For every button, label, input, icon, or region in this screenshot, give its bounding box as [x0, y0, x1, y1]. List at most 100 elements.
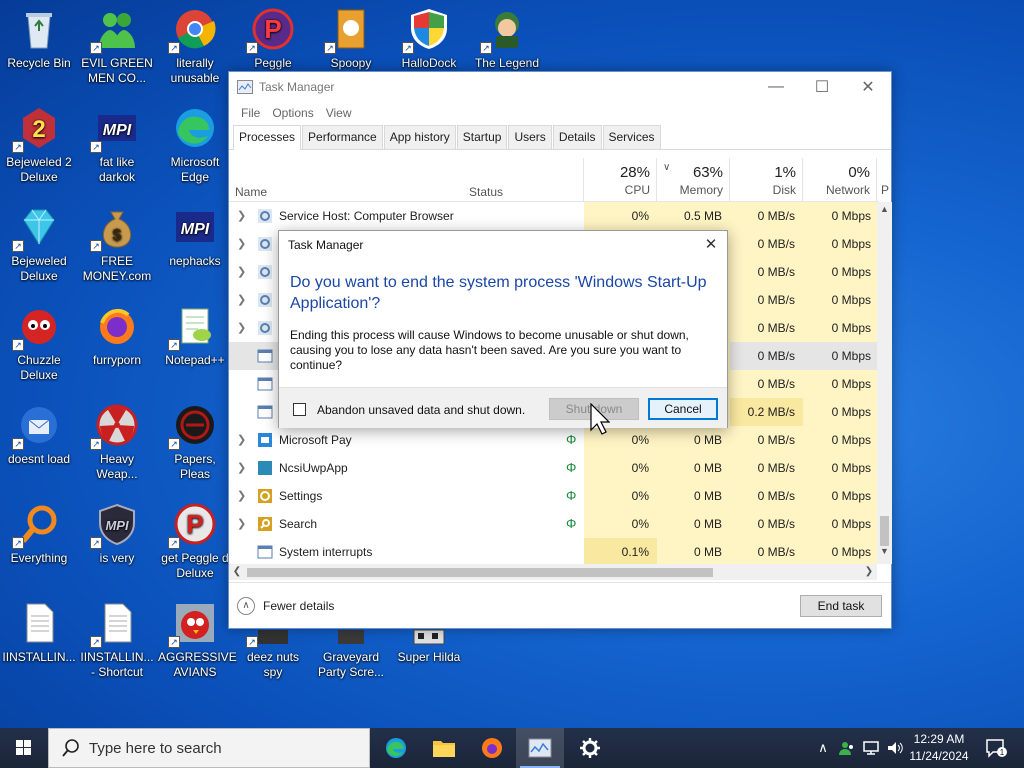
- scroll-up-icon[interactable]: ▲: [877, 204, 892, 220]
- clock[interactable]: 12:29 AM 11/24/2024: [902, 731, 976, 765]
- close-icon[interactable]: ✕: [701, 235, 721, 255]
- vertical-scrollbar[interactable]: ▲ ▼: [877, 202, 892, 564]
- folder-icon: [433, 741, 455, 757]
- desktop-icon-fat-like-darkok[interactable]: MPI ↗ fat like darkok: [78, 99, 156, 193]
- taskbar-edge[interactable]: [372, 728, 420, 768]
- chevron-right-icon[interactable]: ❯: [237, 517, 246, 530]
- taskbar-settings[interactable]: [566, 728, 614, 768]
- chevron-right-icon[interactable]: ❯: [237, 321, 246, 334]
- chevron-right-icon[interactable]: ❯: [237, 209, 246, 222]
- desktop-icon-aggressive-avians[interactable]: ↗ AGGRESSIVE AVIANS: [156, 594, 237, 688]
- scroll-thumb[interactable]: [880, 516, 889, 546]
- network-icon[interactable]: [862, 740, 880, 756]
- abandon-data-checkbox[interactable]: [293, 403, 306, 416]
- tab-users[interactable]: Users: [508, 125, 552, 149]
- column-network[interactable]: 0% Network: [802, 158, 876, 202]
- column-status[interactable]: Status: [469, 185, 503, 199]
- menu-file[interactable]: File: [235, 106, 266, 120]
- shortcut-arrow-icon: ↗: [12, 438, 24, 450]
- desktop-icon-chuzzle[interactable]: ↗ Chuzzle Deluxe: [0, 297, 78, 391]
- column-memory[interactable]: ∨ 63% Memory: [656, 158, 729, 202]
- chevron-right-icon[interactable]: ❯: [237, 293, 246, 306]
- column-cpu[interactable]: 28% CPU: [583, 158, 656, 202]
- tab-bar: Processes Performance App history Startu…: [229, 124, 891, 150]
- scroll-right-icon[interactable]: ❯: [861, 564, 877, 580]
- gear-service-icon: [258, 265, 272, 279]
- tab-details[interactable]: Details: [552, 125, 602, 149]
- taskbar-firefox[interactable]: [468, 728, 516, 768]
- table-row[interactable]: ❯ Service Host: Computer Browser 0% 0.5 …: [229, 202, 879, 230]
- desktop-icon-recycle-bin[interactable]: Recycle Bin: [0, 0, 78, 94]
- edge-icon: [172, 105, 218, 151]
- desktop-icon-microsoft-edge[interactable]: Microsoft Edge: [156, 99, 234, 193]
- desktop-icon-doesnt-load[interactable]: ↗ doesnt load: [0, 396, 78, 490]
- chevron-right-icon[interactable]: ❯: [237, 265, 246, 278]
- desktop-icon-get-peggle[interactable]: P ↗ get Peggle d Deluxe: [156, 495, 234, 589]
- desktop-icon-nephacks[interactable]: MPI nephacks: [156, 198, 234, 292]
- search-placeholder: Type here to search: [89, 739, 222, 757]
- desktop-icon-everything[interactable]: ↗ Everything: [0, 495, 78, 589]
- scroll-thumb[interactable]: [247, 568, 713, 577]
- column-power[interactable]: . P: [876, 158, 892, 202]
- end-task-button[interactable]: End task: [800, 594, 882, 617]
- money-bag-icon: $ ↗: [90, 204, 140, 252]
- desktop-icon-free-money[interactable]: $ ↗ FREE MONEY.com: [78, 198, 156, 292]
- window-app-icon: [257, 405, 273, 419]
- taskbar-task-manager[interactable]: [516, 728, 564, 768]
- fewer-details-button[interactable]: ∧ Fewer details: [237, 596, 334, 615]
- window-app-icon: [257, 377, 273, 391]
- angry-bird-icon: ↗: [168, 600, 218, 648]
- maximize-button[interactable]: ☐: [799, 72, 845, 102]
- desktop-icon-is-very[interactable]: MPI ↗ is very: [78, 495, 156, 589]
- close-button[interactable]: ✕: [845, 72, 891, 102]
- menu-options[interactable]: Options: [266, 106, 319, 120]
- people-icon[interactable]: [838, 739, 856, 757]
- desktop-icon-bejeweled[interactable]: ↗ Bejeweled Deluxe: [0, 198, 78, 292]
- chevron-up-icon[interactable]: ∧: [814, 740, 832, 756]
- desktop-icon-bejeweled-2[interactable]: 2 ↗ Bejeweled 2 Deluxe: [0, 99, 78, 193]
- tab-performance[interactable]: Performance: [302, 125, 383, 149]
- tab-processes[interactable]: Processes: [233, 125, 302, 150]
- tab-app-history[interactable]: App history: [383, 125, 456, 149]
- menu-view[interactable]: View: [320, 106, 358, 120]
- column-disk[interactable]: 1% Disk: [729, 158, 802, 202]
- peggle-nights-icon: P ↗: [246, 6, 296, 54]
- start-button[interactable]: [0, 728, 48, 768]
- cancel-button[interactable]: Cancel: [648, 398, 718, 420]
- desktop-icon-installing-shortcut[interactable]: ↗ IINSTALLIN... - Shortcut: [78, 594, 156, 688]
- scroll-left-icon[interactable]: ❮: [229, 564, 245, 580]
- shortcut-arrow-icon: ↗: [168, 438, 180, 450]
- action-center-button[interactable]: 1: [978, 728, 1014, 768]
- windows-shield-icon: ↗: [402, 6, 452, 54]
- checkbox-label[interactable]: Abandon unsaved data and shut down.: [317, 403, 525, 417]
- minimize-button[interactable]: —: [753, 72, 799, 102]
- desktop-icon-literally-unusable[interactable]: ↗ literally unusable: [156, 0, 234, 94]
- chevron-right-icon[interactable]: ❯: [237, 461, 246, 474]
- desktop-icon-evil-green-men[interactable]: ↗ EVIL GREEN MEN CO...: [78, 0, 156, 94]
- desktop-icon-notepad-plus-plus[interactable]: ↗ Notepad++: [156, 297, 234, 391]
- desktop-icon-heavy-weapon[interactable]: ↗ Heavy Weap...: [78, 396, 156, 490]
- table-row[interactable]: ❯ Settings Φ 0% 0 MB 0 MB/s 0 Mbps: [229, 482, 879, 510]
- desktop-icon-furryporn[interactable]: furryporn: [78, 297, 156, 391]
- title-bar[interactable]: Task Manager — ☐ ✕: [229, 72, 891, 102]
- sort-descending-icon: ∨: [663, 162, 671, 173]
- chevron-right-icon[interactable]: ❯: [237, 237, 246, 250]
- horizontal-scrollbar[interactable]: ❮ ❯: [229, 564, 877, 580]
- desktop-icon-papers-please[interactable]: ↗ Papers, Pleas: [156, 396, 234, 490]
- tab-services[interactable]: Services: [602, 125, 661, 149]
- scroll-down-icon[interactable]: ▼: [877, 546, 892, 562]
- taskbar-search-box[interactable]: Type here to search: [48, 728, 370, 768]
- search-icon: [62, 739, 79, 757]
- taskbar-file-explorer[interactable]: [420, 728, 468, 768]
- chevron-right-icon[interactable]: ❯: [237, 433, 246, 446]
- tab-startup[interactable]: Startup: [456, 125, 508, 149]
- table-row[interactable]: ❯ Microsoft Pay Φ 0% 0 MB 0 MB/s 0 Mbps: [229, 426, 879, 454]
- chevron-right-icon[interactable]: ❯: [237, 489, 246, 502]
- shield-logo-icon: MPI ↗: [90, 501, 140, 549]
- desktop-icon-installing[interactable]: IINSTALLIN...: [0, 594, 78, 688]
- table-row[interactable]: ❯ Search Φ 0% 0 MB 0 MB/s 0 Mbps: [229, 510, 879, 538]
- column-name[interactable]: Name: [235, 185, 267, 199]
- table-row[interactable]: System interrupts 0.1% 0 MB 0 MB/s 0 Mbp…: [229, 538, 879, 564]
- dialog-heading: Do you want to end the system process 'W…: [290, 274, 707, 312]
- table-row[interactable]: ❯ NcsiUwpApp Φ 0% 0 MB 0 MB/s 0 Mbps: [229, 454, 879, 482]
